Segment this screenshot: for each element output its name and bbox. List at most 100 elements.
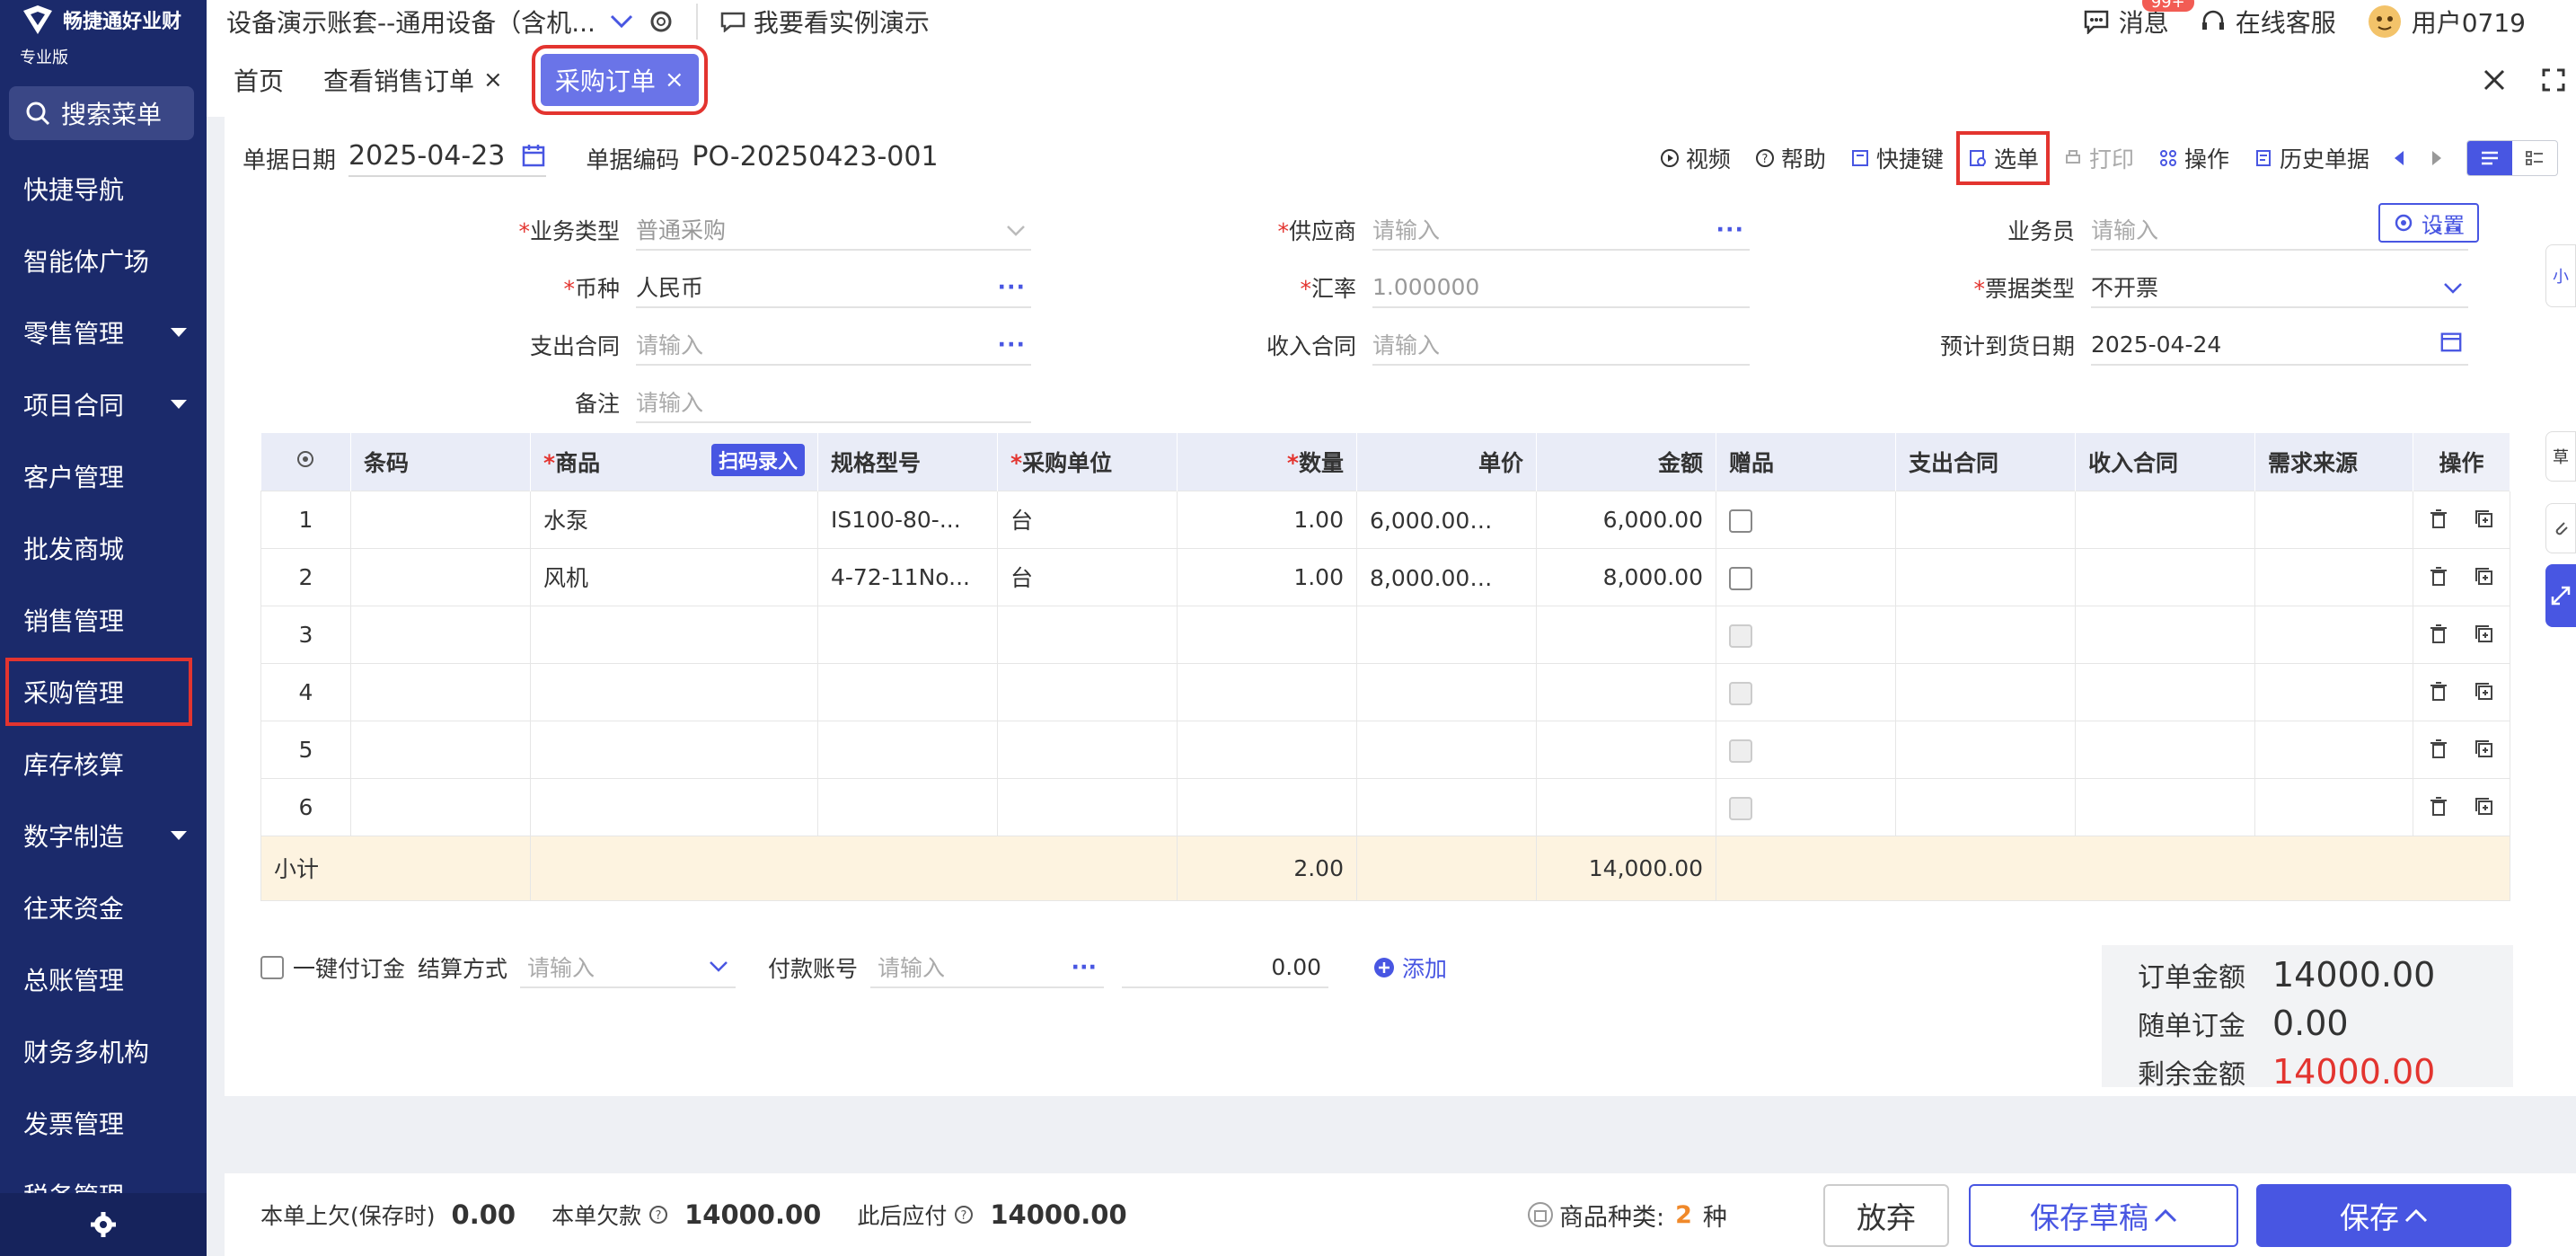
messages-button[interactable]: 消息 99+ — [2083, 0, 2194, 40]
close-icon[interactable]: × — [665, 66, 684, 93]
standard-price-link[interactable]: 基准 — [1487, 565, 1532, 591]
barcode-cell[interactable] — [350, 662, 531, 721]
amount-cell[interactable]: 6,000.00 — [1536, 490, 1716, 549]
help-icon[interactable]: ? — [648, 1205, 668, 1225]
expense-contract-cell[interactable] — [1895, 777, 2076, 836]
expense-contract-cell[interactable] — [1895, 720, 2076, 779]
barcode-cell[interactable] — [350, 605, 531, 664]
product-cell[interactable] — [530, 662, 818, 721]
sidebar-item[interactable]: 快捷导航 — [0, 153, 207, 225]
quantity-cell[interactable] — [1177, 605, 1357, 664]
spec-cell[interactable]: IS100-80-... — [817, 490, 998, 549]
close-icon[interactable]: × — [483, 66, 503, 93]
spec-cell[interactable] — [817, 605, 998, 664]
sidebar-item[interactable]: 客户管理 — [0, 440, 207, 512]
more-icon[interactable]: ··· — [1072, 954, 1098, 980]
gift-checkbox[interactable] — [1729, 796, 1752, 820]
copy-row-icon[interactable] — [2474, 796, 2495, 818]
trash-icon[interactable] — [2429, 739, 2448, 760]
invoice-type-input[interactable]: 不开票 — [2091, 267, 2468, 308]
quantity-cell[interactable] — [1177, 777, 1357, 836]
demo-link[interactable]: 我要看实例演示 — [719, 4, 930, 40]
product-cell[interactable]: 风机 — [530, 547, 818, 606]
standard-price-link[interactable]: 基准 — [1487, 508, 1532, 534]
account-selector[interactable]: 设备演示账套--通用设备（含机... — [226, 4, 675, 40]
list-view-icon[interactable] — [2467, 141, 2512, 175]
amount-cell[interactable] — [1536, 662, 1716, 721]
price-cell[interactable] — [1356, 777, 1537, 836]
unit-cell[interactable] — [997, 605, 1178, 664]
demand-source-cell[interactable] — [2254, 490, 2413, 549]
trash-icon[interactable] — [2429, 566, 2448, 588]
shortcut-button[interactable]: 快捷键 — [1849, 142, 1944, 174]
unit-cell[interactable] — [997, 662, 1178, 721]
amount-cell[interactable] — [1536, 777, 1716, 836]
amount-cell[interactable] — [1536, 720, 1716, 779]
print-button[interactable]: 打印 — [2062, 142, 2134, 174]
unit-cell[interactable]: 台 — [997, 490, 1178, 549]
gift-checkbox[interactable] — [1729, 739, 1752, 763]
gift-checkbox[interactable] — [1729, 509, 1752, 533]
search-menu-button[interactable]: 搜索菜单 — [9, 86, 194, 140]
history-button[interactable]: 历史单据 — [2253, 142, 2369, 174]
spec-cell[interactable] — [817, 720, 998, 779]
demand-source-cell[interactable] — [2254, 547, 2413, 606]
quantity-cell[interactable]: 1.00 — [1177, 490, 1357, 549]
sidebar-item[interactable]: 总账管理 — [0, 943, 207, 1015]
amount-cell[interactable] — [1536, 605, 1716, 664]
scan-entry-button[interactable]: 扫码录入 — [710, 443, 805, 476]
side-panel-tab[interactable]: 小 — [2545, 244, 2576, 307]
demand-source-cell[interactable] — [2254, 777, 2413, 836]
gift-checkbox[interactable] — [1729, 624, 1752, 648]
note-icon[interactable]: 草 — [2545, 431, 2576, 482]
quantity-cell[interactable]: 1.00 — [1177, 547, 1357, 606]
one-click-deposit-checkbox[interactable] — [260, 956, 284, 979]
demand-source-cell[interactable] — [2254, 720, 2413, 779]
expense-contract-cell[interactable] — [1895, 547, 2076, 606]
sidebar-item[interactable]: 往来资金 — [0, 871, 207, 943]
barcode-cell[interactable] — [350, 547, 531, 606]
income-contract-cell[interactable] — [2075, 547, 2255, 606]
product-cell[interactable] — [530, 777, 818, 836]
expense-contract-cell[interactable] — [1895, 662, 2076, 721]
spec-cell[interactable] — [817, 777, 998, 836]
fullscreen-icon[interactable] — [2542, 68, 2565, 92]
help-icon[interactable]: ? — [954, 1205, 974, 1225]
sidebar-item[interactable]: 项目合同 — [0, 368, 207, 440]
operations-button[interactable]: 操作 — [2157, 142, 2229, 174]
sidebar-item[interactable]: 智能体广场 — [0, 225, 207, 296]
trash-icon[interactable] — [2429, 624, 2448, 645]
attachment-icon[interactable] — [2545, 503, 2576, 553]
more-icon[interactable]: ··· — [2435, 217, 2464, 243]
discard-button[interactable]: 放弃 — [1823, 1184, 1949, 1247]
price-cell[interactable]: 6,000.00 基准 — [1356, 490, 1537, 549]
barcode-cell[interactable] — [350, 490, 531, 549]
add-payment-button[interactable]: 添加 — [1373, 951, 1447, 984]
sidebar-item[interactable]: 发票管理 — [0, 1087, 207, 1159]
card-view-icon[interactable] — [2512, 141, 2557, 175]
spec-cell[interactable]: 4-72-11No... — [817, 547, 998, 606]
amount-cell[interactable]: 8,000.00 — [1536, 547, 1716, 606]
product-cell[interactable] — [530, 720, 818, 779]
gear-icon[interactable] — [648, 8, 675, 35]
income-contract-cell[interactable] — [2075, 490, 2255, 549]
save-button[interactable]: 保存 — [2256, 1184, 2511, 1247]
trash-icon[interactable] — [2429, 509, 2448, 530]
quantity-cell[interactable] — [1177, 662, 1357, 721]
save-draft-button[interactable]: 保存草稿 — [1969, 1184, 2238, 1247]
tab[interactable]: 采购订单 × — [531, 45, 708, 115]
unit-cell[interactable] — [997, 720, 1178, 779]
close-icon[interactable] — [2483, 68, 2506, 92]
sidebar-item[interactable]: 数字制造 — [0, 800, 207, 871]
video-button[interactable]: 视频 — [1659, 142, 1731, 174]
price-cell[interactable] — [1356, 662, 1537, 721]
bill-date-field[interactable]: 2025-04-23 — [348, 140, 547, 177]
copy-row-icon[interactable] — [2474, 509, 2495, 530]
arrival-date-input[interactable]: 2025-04-24 — [2091, 324, 2468, 366]
payment-account-field[interactable]: 请输入 ··· — [870, 947, 1105, 988]
tab[interactable]: 查看销售订单 × — [309, 54, 517, 106]
product-cell[interactable] — [530, 605, 818, 664]
copy-row-icon[interactable] — [2474, 566, 2495, 588]
sidebar-item[interactable]: 财务多机构 — [0, 1015, 207, 1087]
settlement-method-select[interactable]: 请输入 — [520, 947, 737, 988]
